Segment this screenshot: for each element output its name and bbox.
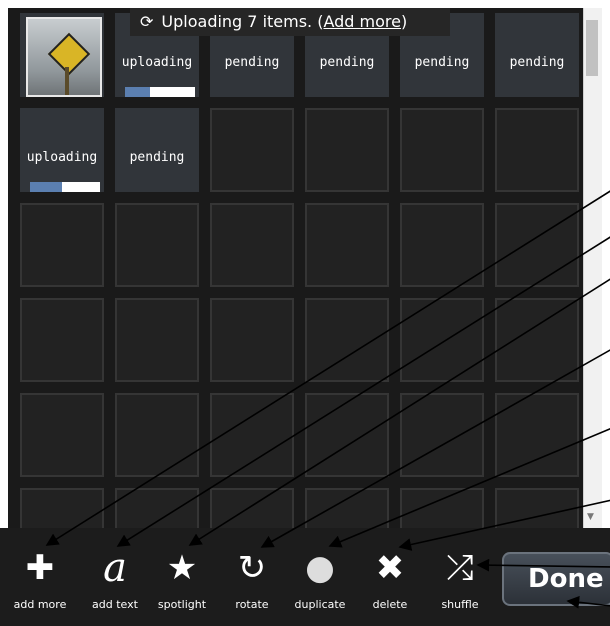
empty-slot[interactable] <box>305 488 389 528</box>
empty-slot[interactable] <box>400 488 484 528</box>
empty-slot[interactable] <box>495 203 579 287</box>
empty-slot[interactable] <box>400 203 484 287</box>
rotate-icon: ↻ <box>237 548 267 588</box>
tool-duplicate[interactable]: ● duplicate <box>286 528 354 626</box>
x-icon: ✖ <box>375 548 405 588</box>
editor-window: uploading pending pending pending pending upl… <box>0 0 610 626</box>
scroll-down-arrow-icon[interactable]: ▼ <box>587 512 594 522</box>
empty-slot[interactable] <box>210 488 294 528</box>
empty-slot[interactable] <box>305 298 389 382</box>
empty-slot[interactable] <box>210 203 294 287</box>
tool-label: delete <box>372 598 408 611</box>
empty-slot[interactable] <box>305 108 389 192</box>
tool-label: spotlight <box>157 598 207 611</box>
empty-slot[interactable] <box>495 393 579 477</box>
empty-slot[interactable] <box>400 393 484 477</box>
status-text: Uploading 7 items. ( <box>161 12 324 31</box>
empty-slot[interactable] <box>115 488 199 528</box>
refresh-icon: ⟳ <box>140 12 154 31</box>
photo-tile[interactable]: uploading <box>20 108 104 192</box>
tile-status-label: pending <box>129 150 185 165</box>
star-icon: ★ <box>166 548 198 588</box>
empty-slot[interactable] <box>495 488 579 528</box>
done-button[interactable]: Done <box>502 552 610 606</box>
empty-slot[interactable] <box>305 393 389 477</box>
tool-label: add text <box>92 598 138 611</box>
empty-slot[interactable] <box>115 298 199 382</box>
empty-slot[interactable] <box>20 393 104 477</box>
tool-delete[interactable]: ✖ delete <box>356 528 424 626</box>
tool-add-text[interactable]: a add text <box>81 528 149 626</box>
sign-pole-shape <box>65 67 69 95</box>
status-close-paren: ) <box>400 12 408 31</box>
tool-label: duplicate <box>294 598 346 611</box>
tool-label: shuffle <box>441 598 479 611</box>
empty-slot[interactable] <box>495 298 579 382</box>
empty-slot[interactable] <box>115 393 199 477</box>
photo-tile[interactable]: pending <box>495 13 579 97</box>
empty-slot[interactable] <box>400 108 484 192</box>
tool-label: add more <box>13 598 67 611</box>
tool-label: rotate <box>235 598 269 611</box>
empty-slot[interactable] <box>115 203 199 287</box>
photo-thumbnail[interactable] <box>26 17 102 97</box>
road-sign-shape <box>47 32 91 76</box>
tile-status-label: uploading <box>121 55 193 70</box>
tool-rotate[interactable]: ↻ rotate <box>218 528 286 626</box>
empty-slot[interactable] <box>210 108 294 192</box>
tile-status-label: uploading <box>26 150 98 165</box>
photo-grid: uploading pending pending pending pending upl… <box>8 8 583 528</box>
text-a-icon: a <box>103 545 127 591</box>
upload-progress-bar <box>125 87 195 97</box>
photo-tile[interactable] <box>20 13 104 97</box>
empty-slot[interactable] <box>305 203 389 287</box>
grid-scrollbar[interactable]: ▼ <box>583 8 602 528</box>
shuffle-icon: ⤮ <box>446 548 474 588</box>
empty-slot[interactable] <box>20 203 104 287</box>
tool-shuffle[interactable]: ⤮ shuffle <box>426 528 494 626</box>
add-more-link[interactable]: Add more <box>323 12 401 31</box>
empty-slot[interactable] <box>400 298 484 382</box>
upload-progress-fill <box>125 87 150 97</box>
duplicate-circles-icon: ● <box>305 548 335 588</box>
tool-add-more[interactable]: ✚ add more <box>6 528 74 626</box>
tile-status-label: pending <box>224 55 280 70</box>
photo-tile[interactable]: pending <box>115 108 199 192</box>
empty-slot[interactable] <box>20 488 104 528</box>
tile-status-label: pending <box>319 55 375 70</box>
upload-status-banner: ⟳ Uploading 7 items. (Add more) <box>130 8 450 36</box>
tool-spotlight[interactable]: ★ spotlight <box>148 528 216 626</box>
tile-status-label: pending <box>414 55 470 70</box>
plus-icon: ✚ <box>25 548 55 588</box>
empty-slot[interactable] <box>495 108 579 192</box>
scrollbar-thumb[interactable] <box>586 20 598 76</box>
empty-slot[interactable] <box>210 393 294 477</box>
tile-status-label: pending <box>509 55 565 70</box>
upload-progress-fill <box>30 182 62 192</box>
empty-slot[interactable] <box>210 298 294 382</box>
empty-slot[interactable] <box>20 298 104 382</box>
upload-progress-bar <box>30 182 100 192</box>
